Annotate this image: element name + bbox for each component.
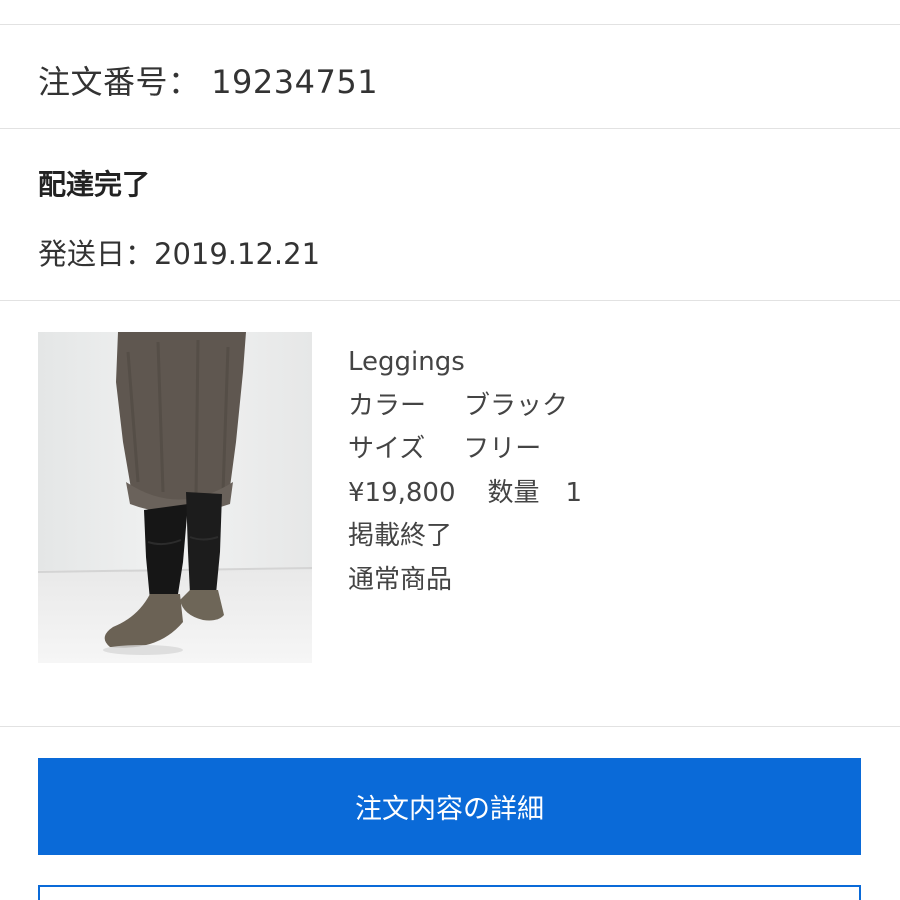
product-info: Leggings カラー ブラック サイズ フリー ¥19,800 数量 1 掲載終了 … — [348, 341, 582, 602]
delivery-status-title: 配達完了 — [38, 168, 151, 201]
top-strip — [0, 0, 900, 25]
product-name: Leggings — [348, 347, 465, 377]
secondary-outline-button[interactable] — [38, 885, 861, 900]
product-price-row: ¥19,800 数量 1 — [348, 472, 582, 516]
order-number-section: 注文番号： 19234751 — [0, 25, 900, 129]
order-history-page: 注文番号： 19234751 配達完了 発送日：2019.12.21 Leggi… — [0, 0, 900, 900]
size-label: サイズ — [348, 434, 426, 464]
product-photo-leggings — [38, 332, 312, 663]
quantity-label: 数量 — [487, 477, 540, 508]
product-image[interactable] — [38, 332, 312, 663]
color-value: ブラック — [464, 390, 569, 421]
order-number-value: 19234751 — [211, 63, 379, 101]
color-label: カラー — [348, 390, 427, 421]
product-size-row: サイズ フリー — [348, 428, 582, 472]
product-type: 通常商品 — [348, 564, 453, 595]
size-value: フリー — [463, 434, 542, 464]
product-color-row: カラー ブラック — [348, 385, 582, 429]
ship-date: 発送日：2019.12.21 — [38, 237, 321, 271]
order-number: 注文番号： 19234751 — [38, 57, 378, 103]
delivery-status-section: 配達完了 発送日：2019.12.21 — [0, 129, 900, 301]
price-value: ¥19,800 — [348, 477, 456, 508]
product-section: Leggings カラー ブラック サイズ フリー ¥19,800 数量 1 掲載終了 … — [0, 301, 900, 727]
listing-status: 掲載終了 — [348, 521, 453, 551]
quantity-value: 1 — [565, 477, 583, 508]
order-details-button[interactable]: 注文内容の詳細 — [38, 758, 861, 855]
order-number-label: 注文番号： — [38, 63, 201, 101]
